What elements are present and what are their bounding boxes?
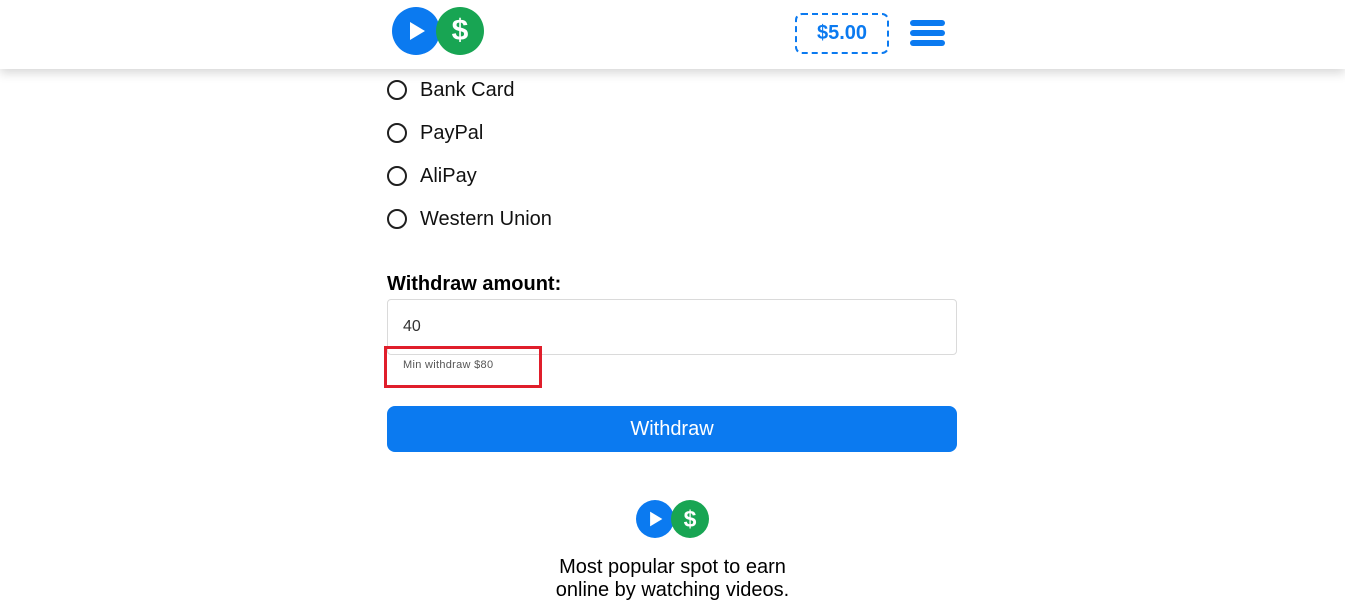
withdraw-button[interactable]: Withdraw	[387, 406, 957, 452]
payment-option-label: Western Union	[420, 207, 552, 230]
dollar-symbol: $	[683, 505, 697, 532]
highlight-box	[384, 346, 542, 388]
radio-button[interactable]	[387, 123, 407, 143]
tagline-line: online by watching videos.	[555, 579, 790, 601]
balance-badge[interactable]: $5.00	[795, 13, 889, 54]
footer-logo: $	[636, 500, 710, 538]
payment-option-alipay[interactable]: AliPay	[387, 164, 477, 188]
hamburger-menu-icon[interactable]	[910, 20, 945, 46]
tagline-line: Most popular spot to earn	[559, 556, 786, 578]
payment-option-bank-card[interactable]: Bank Card	[387, 78, 515, 102]
payment-option-paypal[interactable]: PayPal	[387, 121, 483, 145]
payment-option-label: PayPal	[420, 121, 484, 144]
payment-option-label: Bank Card	[420, 78, 515, 101]
withdraw-amount-label: Withdraw amount:	[387, 273, 562, 295]
play-icon	[636, 500, 674, 538]
dollar-icon: $	[671, 500, 709, 538]
dollar-symbol: $	[451, 14, 469, 47]
top-header: $ $5.00	[0, 0, 1345, 69]
payment-option-western-union[interactable]: Western Union	[387, 207, 552, 231]
radio-button[interactable]	[387, 80, 407, 100]
payment-option-label: AliPay	[420, 164, 477, 187]
site-logo[interactable]: $	[392, 7, 486, 55]
radio-button[interactable]	[387, 209, 407, 229]
play-icon	[392, 7, 440, 55]
footer-tagline: Most popular spot to earn online by watc…	[0, 556, 1345, 602]
radio-button[interactable]	[387, 166, 407, 186]
dollar-icon: $	[436, 7, 484, 55]
